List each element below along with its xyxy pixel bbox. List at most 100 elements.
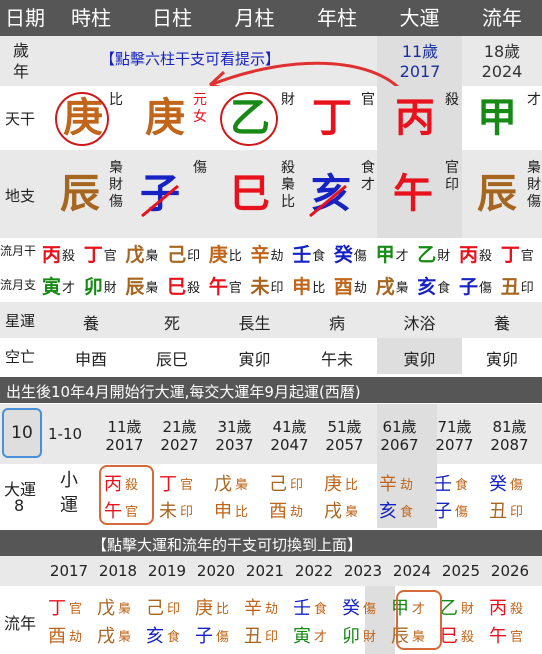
liuyue-gan-char[interactable]: 辛 <box>251 240 270 267</box>
liuyue-zhi-god: 比 <box>312 281 326 296</box>
dayun-pillar-gan[interactable]: 癸 <box>489 470 507 496</box>
liuyue-gan-char[interactable]: 丁 <box>84 240 103 267</box>
header-month[interactable]: 月柱 <box>212 0 297 36</box>
dayun-pillar-gan-god: 劫 <box>400 478 414 493</box>
liuyue-zhi-char[interactable]: 酉 <box>334 272 353 299</box>
liunian-pillar-gan[interactable]: 乙 <box>440 594 458 620</box>
header-day[interactable]: 日柱 <box>132 0 212 36</box>
liunian-pillar-gan[interactable]: 壬 <box>293 594 311 620</box>
dayun-pillar-zhi[interactable]: 丑 <box>489 497 507 523</box>
liunian-pillar-zhi[interactable]: 亥 <box>146 622 164 648</box>
liunian-pillar-zhi[interactable]: 丑 <box>244 622 262 648</box>
dayun-pillar-zhi[interactable]: 亥 <box>379 497 397 523</box>
liunian-pillar-gan[interactable]: 戊 <box>97 594 115 620</box>
liuyue-gan-label: 流月干 <box>0 244 37 258</box>
liunian-pillar-gan-god: 傷 <box>363 602 377 617</box>
liuyue-gan-god: 印 <box>187 249 201 264</box>
liunian-pillar-zhi[interactable]: 巳 <box>440 622 458 648</box>
liuyue-zhi-char[interactable]: 戌 <box>376 272 395 299</box>
header-liunian[interactable]: 流年 <box>462 0 542 36</box>
hint-bottom[interactable]: 【點擊大運和流年的干支可切換到上面】 <box>92 534 362 555</box>
liunian-pillar-zhi[interactable]: 酉 <box>48 622 66 648</box>
liunian-pillar-gan[interactable]: 癸 <box>342 594 360 620</box>
liuyue-gan-char[interactable]: 戊 <box>125 240 144 267</box>
liuyue-gan-char[interactable]: 甲 <box>376 240 395 267</box>
liuyue-gan-god: 官 <box>520 249 534 264</box>
liuyue-zhi-char[interactable]: 申 <box>292 272 311 299</box>
xingyun-cell: 養 <box>82 314 99 333</box>
tiangan-dayun[interactable]: 丙 <box>380 88 450 148</box>
dayun-pillar-gan[interactable]: 壬 <box>434 470 452 496</box>
dayun-pillar-gan-god: 傷 <box>510 478 524 493</box>
dayun-start-box[interactable]: 10 <box>2 408 42 458</box>
liunian-pillar-zhi[interactable]: 卯 <box>342 622 360 648</box>
dayun-year-cell: 2027 <box>160 436 199 454</box>
dizhi-liunian[interactable]: 辰 <box>462 164 532 224</box>
liunian-pillar-zhi-god: 食 <box>167 630 181 645</box>
dizhi-dayun-hidden: 官印 <box>445 160 459 193</box>
liunian-pillar-gan[interactable]: 庚 <box>195 594 213 620</box>
liuyue-zhi-char[interactable]: 子 <box>459 272 478 299</box>
header-dayun[interactable]: 大運 <box>377 0 462 36</box>
dayun-pillar-gan[interactable]: 丁 <box>159 470 177 496</box>
dayun-pillar-gan[interactable]: 戊 <box>214 470 232 496</box>
dayun-pillar-gan[interactable]: 己 <box>269 470 287 496</box>
liunian-pillar-gan[interactable]: 丁 <box>48 594 66 620</box>
dayun-age-cell: 21歲 <box>162 418 197 436</box>
highlight-circle-icon <box>55 92 109 146</box>
dayun-pillar-gan[interactable]: 辛 <box>379 470 397 496</box>
liuyue-gan-char[interactable]: 乙 <box>417 240 436 267</box>
tiangan-day[interactable]: 庚 <box>130 88 200 148</box>
xingyun-cell: 沐浴 <box>403 314 436 333</box>
liuyue-zhi-char[interactable]: 亥 <box>417 272 436 299</box>
liunian-pillar-gan[interactable]: 辛 <box>244 594 262 620</box>
liunian-pillar-zhi[interactable]: 戌 <box>97 622 115 648</box>
highlight-circle-icon <box>220 92 278 146</box>
liunian-pillar-zhi-god: 殺 <box>461 630 475 645</box>
liunian-pillar-gan[interactable]: 己 <box>146 594 164 620</box>
liuyue-zhi-char[interactable]: 未 <box>251 272 270 299</box>
tiangan-liunian[interactable]: 甲 <box>462 88 532 148</box>
liunian-pillar-gan-god: 比 <box>216 602 230 617</box>
header-hour[interactable]: 時柱 <box>50 0 132 36</box>
pillar-header: 日期 時柱 日柱 月柱 年柱 大運 流年 <box>0 0 542 36</box>
liuyue-gan-char[interactable]: 丙 <box>42 240 61 267</box>
dayun-pillar-zhi-god: 印 <box>510 505 524 520</box>
liuyue-gan-char[interactable]: 庚 <box>209 240 228 267</box>
liunian-year-cell: 2018 <box>98 562 138 580</box>
liuyue-gan-char[interactable]: 己 <box>167 240 186 267</box>
liunian-pillar-gan[interactable]: 丙 <box>489 594 507 620</box>
dizhi-month[interactable]: 巳 <box>215 164 285 224</box>
dizhi-dayun[interactable]: 午 <box>378 164 448 224</box>
header-year[interactable]: 年柱 <box>297 0 377 36</box>
dizhi-hour[interactable]: 辰 <box>45 164 115 224</box>
liuyue-gan-char[interactable]: 丙 <box>459 240 478 267</box>
liuyue-zhi-char[interactable]: 辰 <box>125 272 144 299</box>
dayun-pillar-gan[interactable]: 庚 <box>324 470 342 496</box>
liunian-year: 2024 <box>481 62 523 81</box>
liunian-pillar-zhi[interactable]: 午 <box>489 622 507 648</box>
tiangan-year[interactable]: 丁 <box>297 88 367 148</box>
liuyue-zhi-char[interactable]: 卯 <box>84 272 103 299</box>
tiangan-dayun-god: 殺 <box>445 92 459 108</box>
liuyue-gan-god: 財 <box>437 249 451 264</box>
liunian-pillar-zhi[interactable]: 寅 <box>293 622 311 648</box>
dayun-pillar-zhi[interactable]: 未 <box>159 497 177 523</box>
liuyue-zhi-char[interactable]: 丑 <box>501 272 520 299</box>
liuyue-zhi-char[interactable]: 午 <box>209 272 228 299</box>
liunian-pillar-zhi-god: 劫 <box>69 630 83 645</box>
liuyue-gan-char[interactable]: 壬 <box>292 240 311 267</box>
qiyun-text: 出生後10年4月開始行大運,每交大運年9月起運(西曆) <box>6 383 361 401</box>
liuyue-gan-char[interactable]: 癸 <box>334 240 353 267</box>
dayun-pillar-zhi[interactable]: 戌 <box>324 497 342 523</box>
dayun-pillar-zhi[interactable]: 子 <box>434 497 452 523</box>
liuyue-zhi-god: 梟 <box>145 281 159 296</box>
liunian-pillar-zhi[interactable]: 子 <box>195 622 213 648</box>
kongwang-cell: 寅卯 <box>403 350 436 369</box>
dayun-pillar-zhi[interactable]: 申 <box>214 497 232 523</box>
liuyue-gan-char[interactable]: 丁 <box>501 240 520 267</box>
dayun-pillar-zhi[interactable]: 酉 <box>269 497 287 523</box>
liunian-pillar-zhi-god: 傷 <box>216 630 230 645</box>
liuyue-zhi-char[interactable]: 巳 <box>167 272 186 299</box>
liuyue-zhi-char[interactable]: 寅 <box>42 272 61 299</box>
